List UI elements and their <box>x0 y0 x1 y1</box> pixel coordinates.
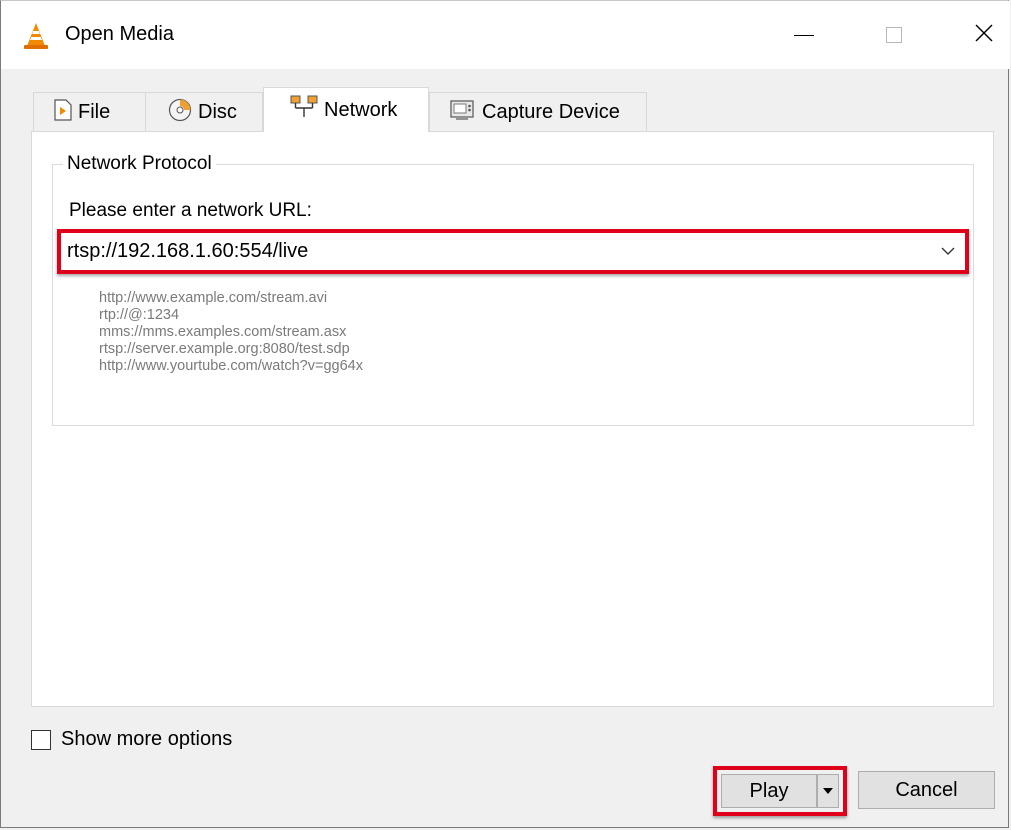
tab-capture-device-label: Capture Device <box>482 101 620 123</box>
show-more-options-label[interactable]: Show more options <box>61 728 232 751</box>
url-example: mms://mms.examples.com/stream.asx <box>99 324 347 340</box>
window-title: Open Media <box>65 23 174 45</box>
tab-network[interactable]: Network <box>263 87 429 132</box>
caret-down-icon <box>822 782 834 800</box>
play-button-highlight: Play <box>713 766 847 816</box>
close-icon <box>974 23 994 48</box>
network-tab-panel: Network Protocol Please enter a network … <box>31 131 994 707</box>
tab-disc[interactable]: Disc <box>145 92 263 132</box>
cancel-button[interactable]: Cancel <box>858 771 995 809</box>
capture-device-icon <box>450 99 476 127</box>
url-examples: http://www.example.com/stream.avi rtp://… <box>99 290 363 375</box>
url-example: http://www.example.com/stream.avi <box>99 290 328 306</box>
network-url-combobox[interactable] <box>57 229 969 274</box>
title-bar: Open Media <box>1 1 1010 69</box>
play-button[interactable]: Play <box>721 774 817 808</box>
tab-capture-device[interactable]: Capture Device <box>429 92 647 132</box>
disc-icon <box>168 98 192 128</box>
url-label: Please enter a network URL: <box>69 200 312 221</box>
open-media-dialog: Open Media File Disc Network Capture Dev… <box>0 0 1010 828</box>
close-button[interactable] <box>939 1 1011 69</box>
group-title: Network Protocol <box>63 153 216 175</box>
url-example: rtp://@:1234 <box>99 307 180 323</box>
tab-file-label: File <box>78 101 111 123</box>
show-more-options-checkbox[interactable] <box>31 729 51 750</box>
show-more-options-row[interactable]: Show more options <box>31 728 232 751</box>
maximize-icon <box>886 27 902 43</box>
chevron-down-icon[interactable] <box>939 242 957 260</box>
file-play-icon <box>54 98 72 127</box>
network-protocol-group: Network Protocol Please enter a network … <box>52 153 974 426</box>
network-icon <box>290 95 318 125</box>
url-example: rtsp://server.example.org:8080/test.sdp <box>99 341 350 357</box>
tab-disc-label: Disc <box>198 101 237 123</box>
maximize-button[interactable] <box>849 1 939 69</box>
minimize-button[interactable] <box>759 1 849 69</box>
minimize-icon <box>794 34 814 36</box>
vlc-cone-icon <box>21 21 51 51</box>
play-dropdown-button[interactable] <box>817 774 839 808</box>
url-example: http://www.yourtube.com/watch?v=gg64x <box>99 358 363 374</box>
network-url-input[interactable] <box>67 237 907 265</box>
tab-file[interactable]: File <box>33 92 146 132</box>
tab-network-label: Network <box>324 98 398 121</box>
